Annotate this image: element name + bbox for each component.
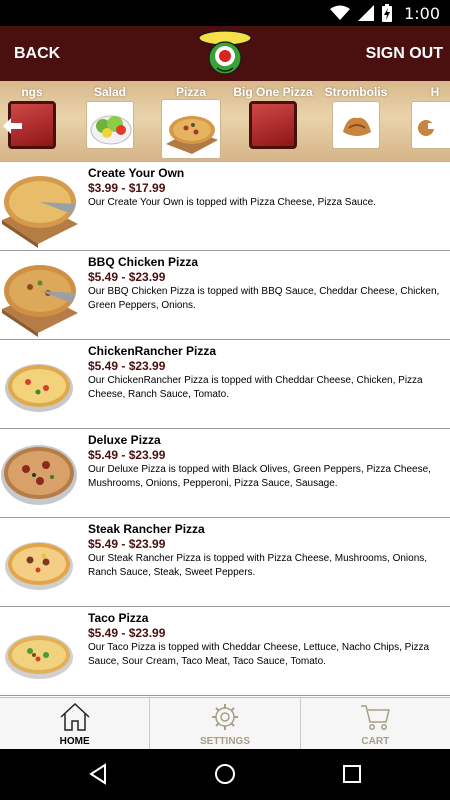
back-button[interactable]: BACK <box>14 26 60 81</box>
menu-item-description: Our ChickenRancher Pizza is topped with … <box>88 375 423 400</box>
tab-label: CART <box>361 736 390 747</box>
menu-item-name: Deluxe Pizza <box>88 433 161 447</box>
category-label: ngs <box>21 85 43 99</box>
menu-item-row[interactable]: Taco Pizza $5.49 - $23.99 Our Taco Pizza… <box>0 607 450 696</box>
menu-item-row[interactable]: Deluxe Pizza $5.49 - $23.99 Our Deluxe P… <box>0 429 450 518</box>
gear-icon <box>211 704 238 730</box>
app-header: BACK SIGN OUT <box>0 26 450 81</box>
category-label: Strombolis <box>324 85 388 99</box>
menu-item-description: Our Steak Rancher Pizza is topped with P… <box>88 553 428 578</box>
pizza-image <box>5 364 73 412</box>
signal-icon <box>358 5 375 21</box>
menu-item-list: Create Your Own $3.99 - $17.99 Our Creat… <box>0 162 450 697</box>
menu-item-price: $5.49 - $23.99 <box>88 270 166 284</box>
pizza-thumbnail <box>161 99 221 159</box>
tab-label: SETTINGS <box>199 736 250 747</box>
nav-back-icon[interactable] <box>86 762 110 786</box>
category-big-one-pizza[interactable]: Big One Pizza <box>233 81 313 162</box>
menu-item-name: ChickenRancher Pizza <box>88 344 217 358</box>
category-strip: ngs Salad Pizza Big One Pizza Strombolis… <box>0 81 450 162</box>
cart-icon <box>361 705 391 730</box>
menu-item-price: $3.99 - $17.99 <box>88 181 166 195</box>
category-strombolis[interactable]: Strombolis <box>316 81 396 162</box>
category-salad[interactable]: Salad <box>70 81 150 162</box>
status-time: 1:00 <box>404 3 440 23</box>
pizza-image <box>1 445 77 505</box>
tab-cart[interactable]: CART <box>300 698 450 750</box>
menu-item-description: Our Taco Pizza is topped with Cheddar Ch… <box>88 642 430 667</box>
category-label: Salad <box>93 85 126 99</box>
restaurant-logo-icon <box>198 30 252 75</box>
category-label: Pizza <box>175 85 206 99</box>
scroll-left-arrow-icon[interactable] <box>2 115 24 137</box>
menu-item-description: Our BBQ Chicken Pizza is topped with BBQ… <box>88 286 440 311</box>
category-thumbnail <box>249 101 297 149</box>
category-pizza[interactable]: Pizza <box>151 81 231 162</box>
menu-item-row[interactable]: Create Your Own $3.99 - $17.99 Our Creat… <box>0 162 450 251</box>
stromboli-thumbnail <box>332 101 380 149</box>
system-navigation-bar <box>0 749 450 800</box>
home-icon <box>60 702 90 731</box>
menu-item-name: BBQ Chicken Pizza <box>88 255 199 269</box>
wifi-icon <box>330 5 351 20</box>
salad-thumbnail <box>86 101 134 149</box>
menu-item-row[interactable]: Steak Rancher Pizza $5.49 - $23.99 Our S… <box>0 518 450 607</box>
pizza-on-board-image <box>2 265 78 337</box>
category-label: Big One Pizza <box>233 85 313 99</box>
status-bar: 1:00 <box>0 0 450 26</box>
nav-recents-icon[interactable] <box>340 762 364 786</box>
menu-item-price: $5.49 - $23.99 <box>88 626 166 640</box>
menu-item-name: Steak Rancher Pizza <box>88 522 205 536</box>
battery-charging-icon <box>382 4 393 22</box>
bottom-tab-bar: HOME SETTINGS CART <box>0 697 450 750</box>
menu-item-price: $5.49 - $23.99 <box>88 448 166 462</box>
sign-out-button[interactable]: SIGN OUT <box>366 26 443 81</box>
tab-settings[interactable]: SETTINGS <box>150 698 301 750</box>
menu-item-row[interactable]: ChickenRancher Pizza $5.49 - $23.99 Our … <box>0 340 450 429</box>
category-label: H <box>430 85 440 99</box>
menu-item-name: Taco Pizza <box>88 611 149 625</box>
tab-label: HOME <box>59 736 90 747</box>
tab-home[interactable]: HOME <box>0 698 151 750</box>
menu-item-row[interactable]: BBQ Chicken Pizza $5.49 - $23.99 Our BBQ… <box>0 251 450 340</box>
pizza-image <box>5 542 73 590</box>
pizza-on-board-image <box>2 176 78 248</box>
menu-item-description: Our Deluxe Pizza is topped with Black Ol… <box>88 464 431 489</box>
pizza-image <box>5 635 73 679</box>
menu-item-name: Create Your Own <box>88 166 185 180</box>
scroll-right-arrow-icon[interactable] <box>426 115 448 137</box>
menu-item-price: $5.49 - $23.99 <box>88 359 166 373</box>
menu-item-price: $5.49 - $23.99 <box>88 537 166 551</box>
menu-item-description: Our Create Your Own is topped with Pizza… <box>88 197 376 208</box>
nav-home-icon[interactable] <box>213 762 237 786</box>
